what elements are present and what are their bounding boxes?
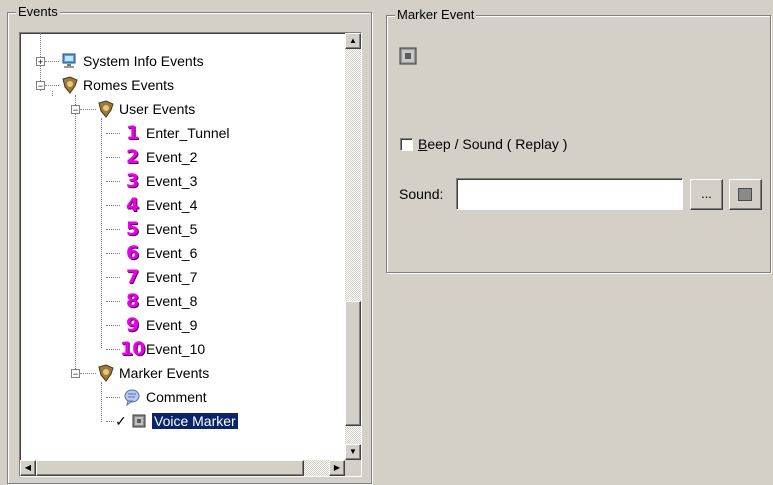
scrollbar-corner [345, 460, 361, 476]
tree-horizontal-scrollbar[interactable]: ◀ ▶ [20, 460, 345, 476]
tree-line [80, 109, 96, 110]
tree-line [45, 61, 59, 62]
speech-bubble-icon [123, 388, 141, 407]
tree-line [106, 325, 120, 326]
sound-label: Sound: [399, 186, 444, 202]
tree-line [106, 133, 120, 134]
marker-event-groupbox-title: Marker Event [395, 7, 477, 23]
scroll-thumb-horizontal[interactable] [36, 460, 304, 476]
number-4-icon: 4 [126, 194, 140, 216]
tree-node-user-event[interactable]: Event_6 [146, 243, 197, 263]
scroll-down-button[interactable]: ▼ [345, 444, 361, 460]
tree-vertical-scrollbar[interactable]: ▲ ▼ [345, 33, 361, 460]
sound-input[interactable] [456, 178, 683, 210]
tree-line [106, 397, 120, 398]
tree-node-system-info[interactable]: System Info Events [83, 51, 204, 71]
scroll-left-button[interactable]: ◀ [20, 460, 36, 476]
tree-line [101, 118, 102, 348]
tree-line [106, 301, 120, 302]
beep-sound-checkbox[interactable] [400, 138, 413, 151]
tree-node-user-event[interactable]: Event_9 [146, 315, 197, 335]
number-1-icon: 1 [126, 122, 140, 144]
browse-button[interactable]: ... [690, 179, 723, 210]
number-9-icon: 9 [126, 314, 140, 336]
tree-node-user-events[interactable]: User Events [119, 99, 195, 119]
tree-line [106, 421, 114, 422]
tree-node-voice-marker[interactable]: Voice Marker [151, 411, 239, 431]
tree-line [106, 349, 120, 350]
tree-line [101, 382, 102, 422]
tree-line [52, 91, 53, 96]
voice-marker-icon [398, 46, 417, 65]
tree-line [106, 277, 120, 278]
number-5-icon: 5 [126, 218, 140, 240]
number-3-icon: 3 [126, 170, 140, 192]
events-groupbox-title: Events [16, 4, 60, 20]
number-6-icon: 6 [126, 242, 140, 264]
user-events-icon [97, 100, 115, 118]
collapse-romes-events[interactable]: − [36, 81, 45, 91]
tree-node-user-event[interactable]: Event_7 [146, 267, 197, 287]
tree-node-user-event[interactable]: Event_8 [146, 291, 197, 311]
scroll-thumb-vertical[interactable] [345, 301, 361, 426]
tree-node-user-event[interactable]: Event_5 [146, 219, 197, 239]
number-7-icon: 7 [126, 266, 140, 288]
voice-marker-icon [130, 412, 148, 430]
tree-line [75, 95, 76, 375]
tree-line [106, 181, 120, 182]
tree-node-user-event[interactable]: Event_3 [146, 171, 197, 191]
tree-line [45, 85, 59, 86]
computer-icon [61, 52, 79, 70]
number-8-icon: 8 [126, 290, 140, 312]
tree-node-user-event[interactable]: Enter_Tunnel [146, 123, 230, 143]
romes-icon [61, 76, 79, 94]
beep-sound-accelerator: B [418, 136, 428, 152]
tree-line [106, 157, 120, 158]
expand-system-info[interactable]: + [36, 57, 45, 67]
check-icon: ✓ [115, 413, 127, 429]
marker-events-icon [97, 364, 115, 382]
tree-node-user-event[interactable]: Event_2 [146, 147, 197, 167]
events-tree[interactable]: + System Info Events − Romes Events − Us… [19, 32, 362, 477]
scroll-up-button[interactable]: ▲ [345, 33, 361, 49]
beep-sound-label-text: eep / Sound ( Replay ) [427, 136, 568, 152]
voice-marker-label: Voice Marker [151, 412, 239, 430]
tree-node-user-event[interactable]: Event_10 [146, 339, 205, 359]
tree-node-marker-events[interactable]: Marker Events [119, 363, 209, 383]
tree-line [80, 373, 96, 374]
number-2-icon: 2 [126, 146, 140, 168]
tree-line [106, 205, 120, 206]
number-10-icon: 10 [120, 338, 145, 360]
stop-square-icon [738, 188, 752, 201]
tree-line [106, 253, 120, 254]
collapse-user-events[interactable]: − [71, 105, 80, 115]
scroll-right-button[interactable]: ▶ [329, 460, 345, 476]
collapse-marker-events[interactable]: − [71, 369, 80, 379]
tree-node-comment[interactable]: Comment [146, 387, 207, 407]
tree-line [106, 229, 120, 230]
tree-node-romes-events[interactable]: Romes Events [83, 75, 174, 95]
tree-node-user-event[interactable]: Event_4 [146, 195, 197, 215]
play-sound-button[interactable] [729, 179, 762, 210]
beep-sound-label[interactable]: Beep / Sound ( Replay ) [418, 135, 567, 153]
